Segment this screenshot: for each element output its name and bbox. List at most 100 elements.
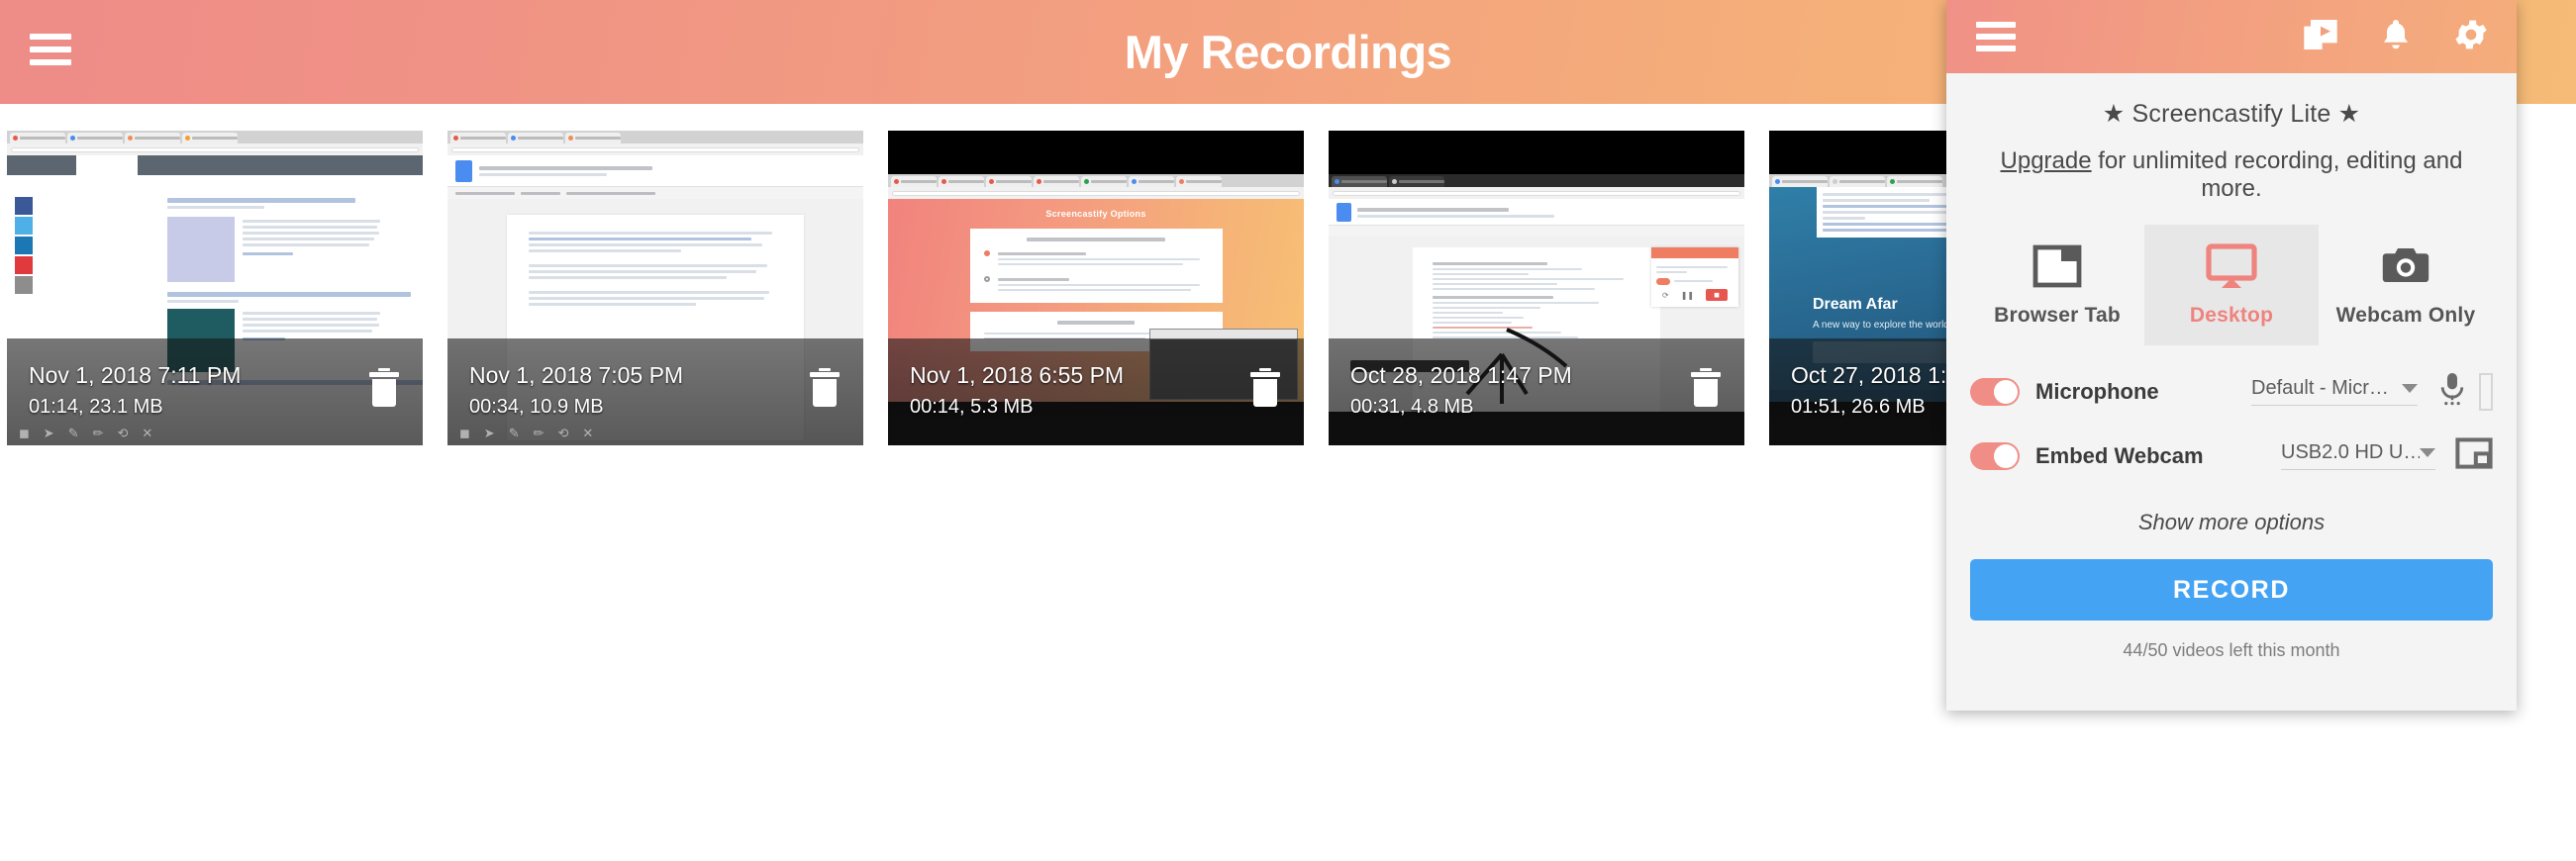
popup-header-icons [2301,15,2491,54]
mode-browser-tab-label: Browser Tab [1994,304,2121,327]
hamburger-bar [1976,22,2016,28]
recording-duration-size: 00:34, 10.9 MB [469,396,604,418]
recording-card[interactable]: ⟳ ❚❚ ◼ Oct 28, 2018 1:47 PM 00:31, 4.8 M… [1329,131,1744,445]
highlighter-icon[interactable]: ✏ [534,426,545,441]
mode-desktop-label: Desktop [2189,304,2274,327]
webcam-device-select[interactable]: USB2.0 HD U… [2281,441,2435,470]
undo-icon[interactable]: ⟲ [118,426,129,441]
recording-duration-size: 00:14, 5.3 MB [910,396,1034,418]
mode-desktop[interactable]: Desktop [2144,225,2319,345]
hamburger-bar [1976,46,2016,51]
microphone-row: Microphone Default - Micr… [1970,371,2493,412]
hamburger-menu-icon[interactable] [1976,22,2016,51]
mode-webcam-only-label: Webcam Only [2335,304,2476,327]
pen-icon[interactable]: ✎ [68,426,79,441]
pen-icon[interactable]: ✎ [509,426,520,441]
trash-icon[interactable] [810,368,840,407]
trash-lid [810,372,840,377]
recording-date: Nov 1, 2018 7:05 PM [469,362,684,388]
popup-body: ★ Screencastify Lite ★ Upgrade for unlim… [1946,73,2517,661]
thumb-omnibox [1329,187,1744,199]
upgrade-prompt: Upgrade for unlimited recording, editing… [1970,147,2493,203]
thumb-omnibox [447,144,863,155]
thumb-tabstrip [888,174,1304,187]
webcam-device-value: USB2.0 HD U… [2281,441,2420,463]
close-icon[interactable]: ✕ [142,426,152,441]
trash-handle [378,368,390,371]
browser-tab-icon [1970,239,2144,294]
toggle-knob [1994,443,2018,468]
cursor-icon[interactable]: ➤ [44,426,54,441]
recording-card[interactable]: Screencastify Options Nov 1, 2018 6:55 P… [888,131,1304,445]
trash-handle [1700,368,1712,371]
cursor-icon[interactable]: ➤ [484,426,495,441]
upgrade-link[interactable]: Upgrade [2001,147,2092,174]
highlighter-icon[interactable]: ✏ [93,426,104,441]
recording-card[interactable]: Nov 1, 2018 7:05 PM 00:34, 10.9 MB ◼ ➤ ✎… [447,131,863,445]
thumb-omnibox [888,187,1304,199]
recording-date: Oct 28, 2018 1:47 PM [1350,362,1572,388]
microphone-device-select[interactable]: Default - Micr… [2251,377,2418,406]
microphone-toggle[interactable] [1970,377,2020,406]
trash-body [1694,379,1718,407]
recording-meta: Nov 1, 2018 7:05 PM 00:34, 10.9 MB [469,358,796,422]
trash-handle [819,368,831,371]
mode-webcam-only[interactable]: Webcam Only [2319,225,2493,345]
embed-webcam-toggle[interactable] [1970,441,2020,470]
trash-body [1253,379,1277,407]
video-controls-toolbar[interactable]: ◼ ➤ ✎ ✏ ⟲ ✕ [447,422,863,445]
show-more-options-link[interactable]: Show more options [1970,510,2493,535]
trash-body [813,379,837,407]
recording-duration-size: 00:31, 4.8 MB [1350,396,1474,418]
trash-lid [369,372,399,377]
thumb-tabstrip [1329,174,1744,187]
notifications-bell-icon[interactable] [2378,15,2414,54]
thumb-heading: Screencastify Options [1045,209,1146,219]
webcam-position-control[interactable] [2455,437,2493,474]
toggle-knob [1994,379,2018,404]
embed-webcam-label: Embed Webcam [2035,442,2204,468]
desktop-monitor-icon [2144,239,2319,294]
recording-meta: Oct 28, 2018 1:47 PM 00:31, 4.8 MB [1350,358,1677,422]
video-controls-toolbar[interactable]: ◼ ➤ ✎ ✏ ⟲ ✕ [7,422,423,445]
close-icon[interactable]: ✕ [582,426,593,441]
recording-meta: Nov 1, 2018 6:55 PM 00:14, 5.3 MB [910,358,1237,422]
trash-handle [1259,368,1271,371]
trash-lid [1250,372,1280,377]
settings-gear-icon[interactable] [2451,15,2491,54]
recording-meta: Nov 1, 2018 7:11 PM 01:14, 23.1 MB [29,358,355,422]
my-recordings-icon[interactable] [2301,15,2340,54]
popup-header [1946,0,2517,73]
chevron-down-icon [2402,384,2418,393]
undo-icon[interactable]: ⟲ [558,426,569,441]
capture-mode-selector: Browser Tab Desktop Webcam Only [1970,225,2493,345]
microphone-icon[interactable] [2437,371,2467,412]
record-button[interactable]: RECORD [1970,559,2493,621]
thumb-tabstrip [447,131,863,144]
plan-title: ★ Screencastify Lite ★ [2102,100,2361,128]
embed-webcam-row: Embed Webcam USB2.0 HD U… [1970,437,2493,474]
webcam-position-icon[interactable] [2455,437,2493,474]
stop-icon[interactable]: ◼ [459,426,470,441]
microphone-test-controls[interactable] [2437,371,2493,412]
stop-icon[interactable]: ◼ [19,426,30,441]
microphone-label: Microphone [2035,378,2159,404]
recording-card[interactable]: Nov 1, 2018 7:11 PM 01:14, 23.1 MB ◼ ➤ ✎… [7,131,423,445]
upgrade-prompt-rest: for unlimited recording, editing and mor… [2091,147,2463,202]
camera-icon [2319,239,2493,294]
recording-duration-size: 01:14, 23.1 MB [29,396,163,418]
mode-browser-tab[interactable]: Browser Tab [1970,225,2144,345]
trash-icon[interactable] [1691,368,1721,407]
thumb-heading: Dream Afar [1813,296,1898,313]
microphone-device-value: Default - Micr… [2251,377,2389,399]
mic-level-meter [2479,372,2493,411]
quota-status: 44/50 videos left this month [2123,640,2340,660]
recording-date: Nov 1, 2018 6:55 PM [910,362,1125,388]
thumb-subheading: A new way to explore the world [1813,320,1949,331]
trash-lid [1691,372,1721,377]
trash-icon[interactable] [369,368,399,407]
screencastify-extension-popup: ★ Screencastify Lite ★ Upgrade for unlim… [1946,0,2517,711]
chevron-down-icon [2420,448,2435,457]
thumb-omnibox [7,144,423,155]
trash-icon[interactable] [1250,368,1280,407]
